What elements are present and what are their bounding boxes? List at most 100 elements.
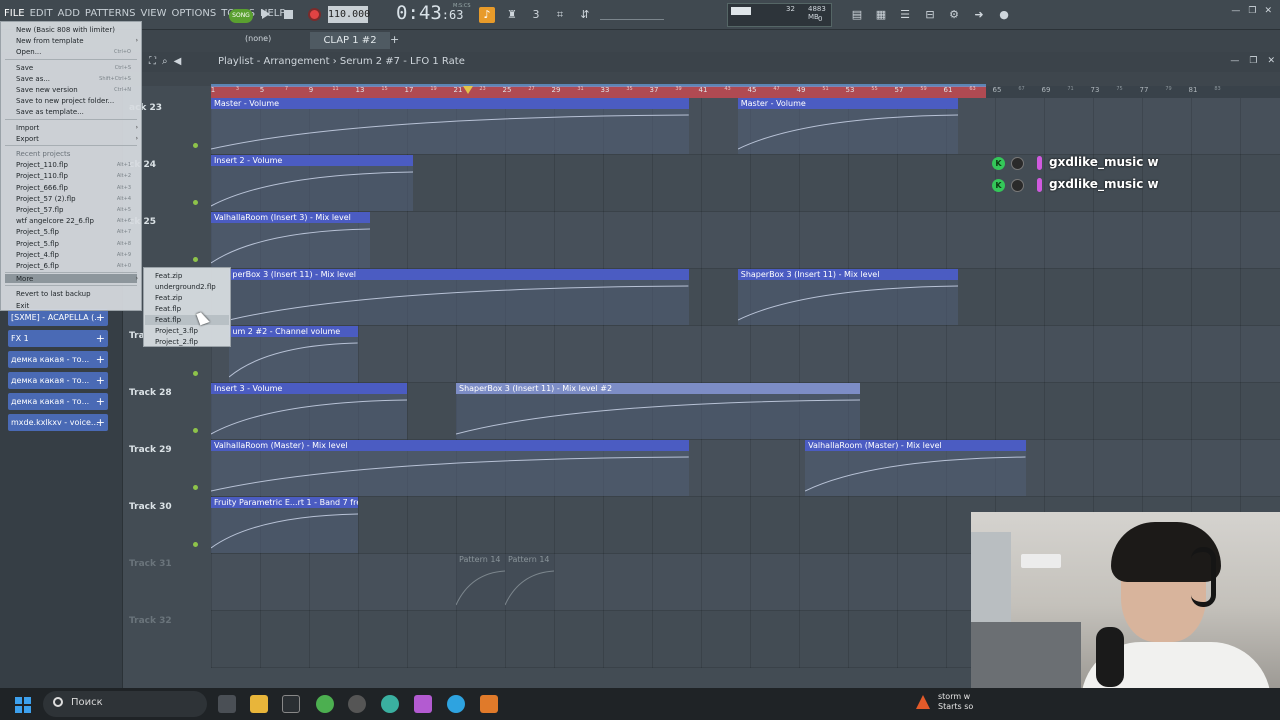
arrow-icon[interactable]: ➜	[971, 7, 987, 23]
file-menu-item[interactable]: More	[16, 275, 33, 283]
automation-clip[interactable]: um 2 #2 - Channel volume	[229, 326, 358, 382]
file-menu-item[interactable]: Project_4.flp	[16, 251, 59, 259]
automation-clip[interactable]: ShaperBox 3 (Insert 11) - Mix level	[737, 269, 959, 325]
channel-rack-icon[interactable]: ☰	[897, 7, 913, 23]
file-menu-item[interactable]: Import	[16, 124, 39, 132]
record-icon[interactable]	[308, 8, 321, 21]
zoom-icon[interactable]: ⌕	[162, 56, 168, 67]
track-lane[interactable]	[211, 326, 1280, 383]
menu-file[interactable]: FILE	[4, 8, 25, 19]
minimize-icon[interactable]: —	[1231, 6, 1240, 16]
step-edit-icon[interactable]: ⌗	[552, 7, 568, 23]
tempo-display[interactable]: 110.000	[328, 6, 370, 23]
file-menu-item[interactable]: Project_110.flp	[16, 172, 68, 180]
windows-start-icon[interactable]	[15, 697, 31, 713]
track-enable-led[interactable]	[193, 257, 198, 262]
file-menu-item[interactable]: Save	[16, 64, 33, 72]
playlist-close-icon[interactable]: ✕	[1267, 56, 1275, 66]
app-icon[interactable]	[381, 695, 399, 713]
automation-clip[interactable]: ValhallaRoom (Master) - Mix level	[805, 440, 1026, 496]
weather-widget[interactable]: storm w Starts so	[938, 692, 973, 712]
add-icon[interactable]: +	[96, 309, 105, 326]
track-label[interactable]: Track 28	[129, 388, 172, 398]
file-menu-item[interactable]: Exit	[16, 302, 29, 310]
countdown-icon[interactable]: 3	[528, 7, 544, 23]
automation-clip[interactable]: Master - Volume	[211, 98, 689, 154]
file-menu-item[interactable]: New (Basic 808 with limiter)	[16, 26, 115, 34]
taskbar-search[interactable]: Поиск	[43, 691, 207, 717]
playlist-minimize-icon[interactable]: —	[1230, 56, 1239, 66]
browser-item[interactable]: [SXME] - ACAPELLA (... +	[8, 309, 108, 326]
automation-clip[interactable]: ValhallaRoom (Master) - Mix level	[211, 440, 689, 496]
browser-item[interactable]: mxde.kxlkxv - voice... +	[8, 414, 108, 431]
track-enable-led[interactable]	[193, 485, 198, 490]
file-menu-item[interactable]: Project_110.flp	[16, 161, 68, 169]
file-menu-item[interactable]: Project_5.flp	[16, 228, 59, 236]
automation-clip[interactable]: perBox 3 (Insert 11) - Mix level	[229, 269, 689, 325]
song-mode-toggle[interactable]: SONG	[229, 9, 253, 23]
automation-clip[interactable]: ShaperBox 3 (Insert 11) - Mix level #2	[456, 383, 861, 439]
menu-options[interactable]: OPTIONS	[172, 8, 217, 19]
file-menu-item[interactable]: Export	[16, 135, 39, 143]
more-submenu-item[interactable]: Project_3.flp	[155, 327, 198, 335]
file-menu-item[interactable]: Project_57 (2).flp	[16, 195, 76, 203]
browser-item[interactable]: демка какая - то... +	[8, 351, 108, 368]
track-enable-led[interactable]	[193, 200, 198, 205]
metronome-icon[interactable]: ♪	[479, 7, 495, 23]
more-submenu-item[interactable]: Feat.zip	[155, 272, 182, 280]
file-menu-item[interactable]: Save to new project folder...	[16, 97, 114, 105]
plugin-icon[interactable]: ⚙	[946, 7, 962, 23]
automation-clip[interactable]: ValhallaRoom (Insert 3) - Mix level	[211, 212, 371, 268]
menu-view[interactable]: VIEW	[141, 8, 167, 19]
track-enable-led[interactable]	[193, 428, 198, 433]
track-enable-led[interactable]	[193, 371, 198, 376]
chrome-icon[interactable]	[316, 695, 334, 713]
file-menu-item[interactable]: Project_666.flp	[16, 184, 68, 192]
track-enable-led[interactable]	[193, 143, 198, 148]
automation-clip[interactable]: Pattern 14	[505, 554, 554, 610]
task-view-icon[interactable]	[218, 695, 236, 713]
speaker-icon[interactable]: ◀	[174, 56, 182, 67]
mic-icon[interactable]: ●	[996, 7, 1012, 23]
playhead-marker[interactable]	[463, 86, 473, 94]
file-menu-item[interactable]: Revert to last backup	[16, 290, 91, 298]
file-menu-item[interactable]: Save as...	[16, 75, 50, 83]
add-icon[interactable]: +	[96, 351, 105, 368]
more-submenu-item[interactable]: Project_2.flp	[155, 338, 198, 346]
track-label[interactable]: Track 31	[129, 559, 172, 569]
more-submenu-item[interactable]: Feat.flp	[155, 316, 181, 324]
piano-roll-icon[interactable]: ▦	[873, 7, 889, 23]
menu-add[interactable]: ADD	[58, 8, 80, 19]
file-menu-item[interactable]: New from template	[16, 37, 84, 45]
track-lane[interactable]	[211, 212, 1280, 269]
browser-item[interactable]: демка какая - то... +	[8, 393, 108, 410]
file-menu-item[interactable]: wtf angelcore 22_6.flp	[16, 217, 94, 225]
file-menu-item[interactable]: Save as template...	[16, 108, 84, 116]
playlist-maximize-icon[interactable]: ❐	[1249, 56, 1257, 66]
more-submenu-item[interactable]: Feat.zip	[155, 294, 182, 302]
loop-region[interactable]	[211, 86, 986, 98]
add-icon[interactable]: +	[96, 393, 105, 410]
add-icon[interactable]: +	[96, 372, 105, 389]
app-icon[interactable]	[414, 695, 432, 713]
pattern-none-select[interactable]: (none)	[243, 34, 313, 48]
add-icon[interactable]: +	[96, 414, 105, 431]
more-submenu-item[interactable]: underground2.flp	[155, 283, 216, 291]
file-menu-item[interactable]: Project_5.flp	[16, 240, 59, 248]
file-menu-item[interactable]: Project_57.flp	[16, 206, 63, 214]
browser-item[interactable]: демка какая - то... +	[8, 372, 108, 389]
automation-clip[interactable]: Master - Volume	[737, 98, 959, 154]
menu-patterns[interactable]: PATTERNS	[85, 8, 136, 19]
automation-clip[interactable]: Pattern 14	[456, 554, 505, 610]
mixer-icon[interactable]: ⊟	[922, 7, 938, 23]
track-enable-led[interactable]	[193, 542, 198, 547]
master-pitch-slider[interactable]	[600, 10, 664, 20]
menu-edit[interactable]: EDIT	[30, 8, 53, 19]
track-label[interactable]: Track 29	[129, 445, 172, 455]
add-icon[interactable]: +	[96, 330, 105, 347]
file-menu-item[interactable]: Save new version	[16, 86, 78, 94]
stop-icon[interactable]	[284, 10, 293, 19]
automation-clip[interactable]: Fruity Parametric E...rt 1 - Band 7 freq	[211, 497, 358, 553]
maximize-icon[interactable]: ❐	[1248, 6, 1256, 16]
telegram-icon[interactable]	[447, 695, 465, 713]
